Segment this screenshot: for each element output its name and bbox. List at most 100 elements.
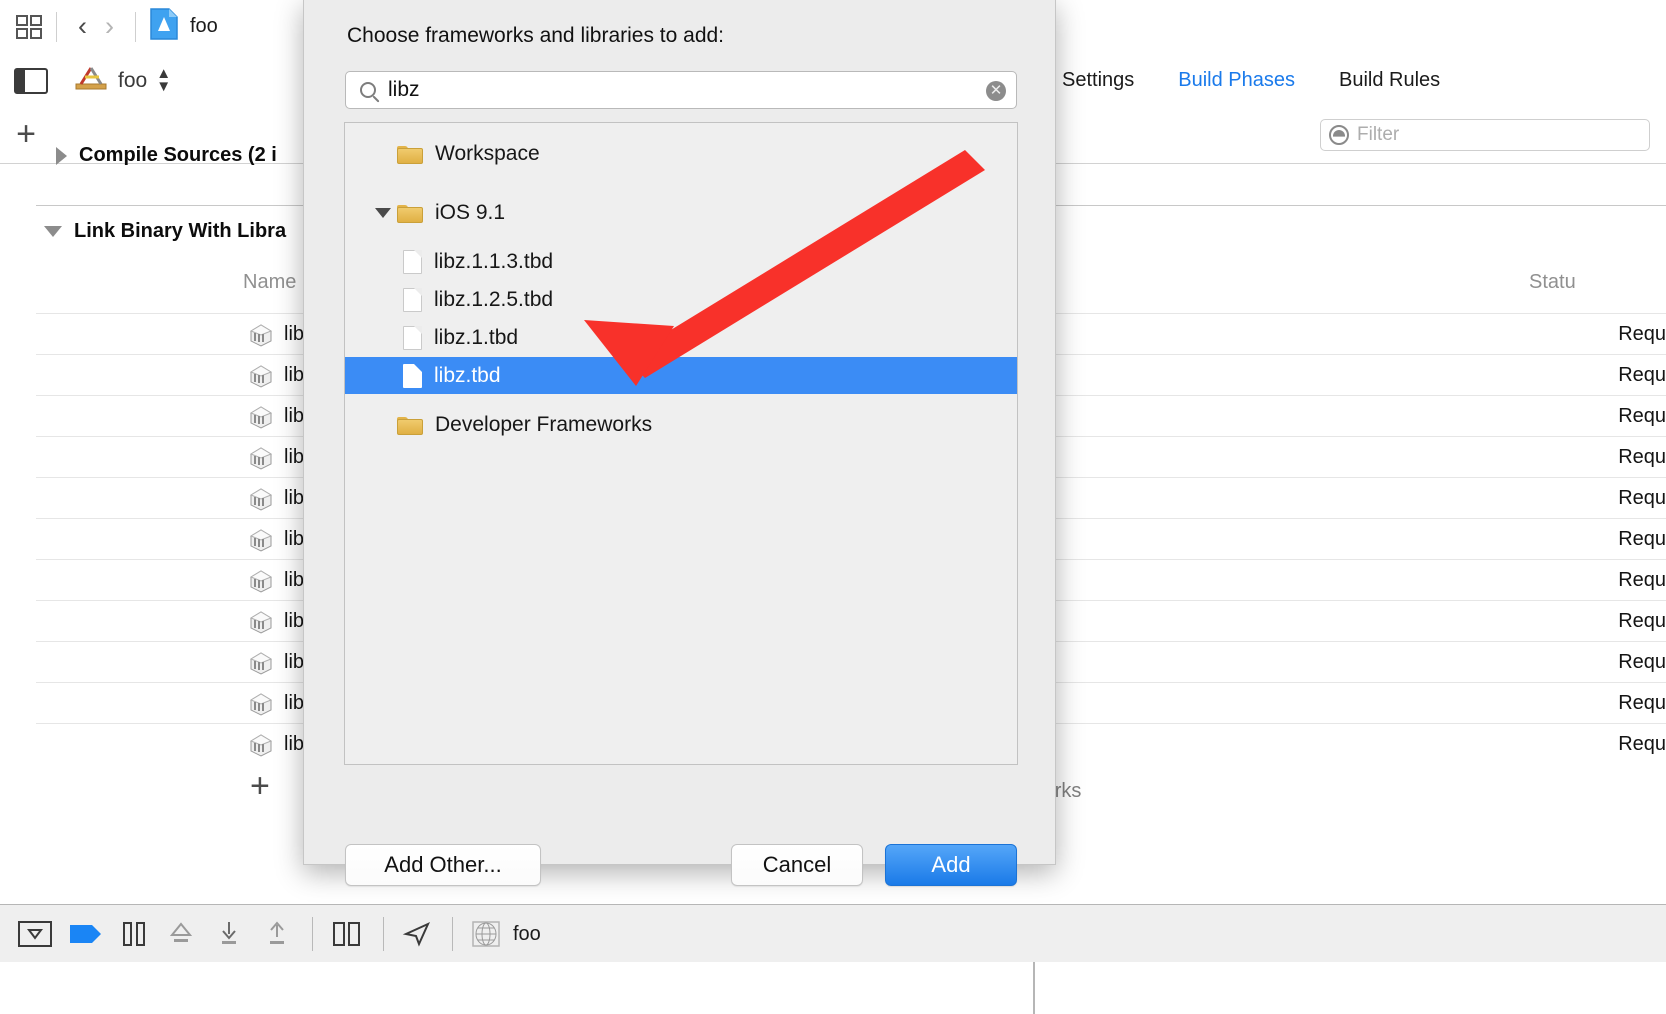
library-icon (248, 363, 274, 389)
tab-build-phases[interactable]: Build Phases (1156, 69, 1317, 92)
stepper-up-down-icon[interactable]: ▲ ▼ (156, 66, 171, 93)
add-button[interactable]: Add (885, 844, 1017, 886)
filter-placeholder: Filter (1357, 124, 1400, 145)
add-other-button[interactable]: Add Other... (345, 844, 541, 886)
chevron-left-icon[interactable]: ‹ (69, 13, 96, 40)
xcode-project-icon (150, 8, 178, 45)
process-label: foo (513, 922, 541, 945)
phase-header-compile-sources[interactable]: Compile Sources (2 i (56, 144, 277, 167)
list-item-selected[interactable]: libz.tbd (345, 357, 1017, 394)
list-item-label: libz.1.2.5.tbd (434, 287, 554, 311)
clear-icon[interactable]: ✕ (986, 81, 1006, 101)
search-icon (360, 82, 376, 98)
choose-frameworks-dialog: Choose frameworks and libraries to add: … (303, 0, 1056, 886)
grid-icon[interactable] (14, 13, 44, 41)
location-icon[interactable] (402, 921, 432, 947)
search-input-value: libz (388, 78, 420, 101)
debug-area-divider (1033, 962, 1035, 1014)
folder-icon (397, 203, 423, 223)
debug-toolbar: foo (0, 904, 1666, 964)
view-hierarchy-icon[interactable] (331, 921, 363, 947)
phase-header-label: Compile Sources (2 i (79, 144, 277, 166)
toolbar-divider-1 (56, 11, 57, 42)
library-icon (248, 609, 274, 635)
dialog-title: Choose frameworks and libraries to add: (347, 24, 725, 47)
library-icon (248, 322, 274, 348)
row-status[interactable]: Requ (1618, 323, 1666, 346)
toolbar-divider-5 (452, 917, 453, 951)
filter-row: Filter (1040, 108, 1666, 164)
breakpoints-icon[interactable] (70, 923, 102, 945)
column-header-name[interactable]: Name (243, 271, 296, 294)
document-icon (403, 363, 422, 388)
disclosure-triangle-icon[interactable] (375, 207, 391, 218)
library-icon (248, 650, 274, 676)
list-item[interactable]: libz.1.2.5.tbd (345, 281, 1017, 318)
cancel-button[interactable]: Cancel (731, 844, 863, 886)
add-build-phase-button[interactable]: + (12, 117, 40, 151)
step-out-icon[interactable] (262, 920, 292, 948)
pause-icon[interactable] (120, 920, 148, 948)
library-icon (248, 732, 274, 758)
tab-build-rules[interactable]: Build Rules (1317, 69, 1462, 92)
disclosure-triangle-icon[interactable] (44, 226, 62, 237)
row-status[interactable]: Requ (1618, 733, 1666, 756)
xcode-target-icon (74, 65, 108, 96)
list-item-label: Developer Frameworks (435, 412, 653, 436)
list-item-label: libz.1.1.3.tbd (434, 249, 554, 273)
row-status[interactable]: Requ (1618, 405, 1666, 428)
row-status[interactable]: Requ (1618, 487, 1666, 510)
folder-icon (397, 415, 423, 435)
search-input[interactable]: libz ✕ (345, 71, 1017, 109)
hide-debug-area-icon[interactable] (18, 921, 52, 947)
tab-settings[interactable]: Settings (1040, 69, 1156, 92)
document-title: foo (190, 15, 218, 37)
list-item[interactable]: iOS 9.1 (345, 194, 1017, 231)
library-name: lib (284, 692, 305, 714)
list-item[interactable]: libz.1.1.3.tbd (345, 243, 1017, 280)
step-into-icon[interactable] (214, 920, 244, 948)
filter-input[interactable]: Filter (1320, 119, 1650, 151)
row-status[interactable]: Requ (1618, 610, 1666, 633)
library-name: lib (284, 405, 305, 427)
document-icon (403, 287, 422, 312)
library-icon (248, 568, 274, 594)
document-icon (403, 249, 422, 274)
row-status[interactable]: Requ (1618, 446, 1666, 469)
scheme-selector[interactable]: foo ▲ ▼ (74, 65, 171, 96)
debug-area (0, 962, 1666, 1014)
row-status[interactable]: Requ (1618, 692, 1666, 715)
toolbar-divider-3 (312, 917, 313, 951)
library-icon (248, 527, 274, 553)
add-library-button[interactable]: + (250, 769, 270, 803)
document-icon (403, 325, 422, 350)
library-name: lib (284, 323, 305, 345)
row-status[interactable]: Requ (1618, 651, 1666, 674)
editor-tab-bar: Settings Build Phases Build Rules (1040, 53, 1666, 109)
phase-header-link-binary[interactable]: Link Binary With Libra (44, 220, 286, 243)
row-status[interactable]: Requ (1618, 364, 1666, 387)
library-icon (248, 691, 274, 717)
framework-list[interactable]: Workspace iOS 9.1 libz.1.1.3.tbd libz.1.2.5… (344, 122, 1018, 765)
list-item[interactable]: Developer Frameworks (345, 406, 1017, 443)
memory-graph-icon[interactable] (471, 920, 501, 948)
library-name: lib (284, 651, 305, 673)
phase-header-label: Link Binary With Libra (74, 220, 287, 242)
list-item[interactable]: Workspace (345, 135, 1017, 172)
library-name: lib (284, 569, 305, 591)
library-name: lib (284, 487, 305, 509)
disclosure-triangle-icon[interactable] (56, 146, 67, 165)
list-item[interactable]: libz.1.tbd (345, 319, 1017, 356)
library-name: lib (284, 364, 305, 386)
navigator-toggle-icon[interactable] (14, 67, 48, 94)
list-item-label: Workspace (435, 141, 540, 165)
row-status[interactable]: Requ (1618, 528, 1666, 551)
toolbar-divider-4 (383, 917, 384, 951)
library-name: lib (284, 610, 305, 632)
chevron-right-icon[interactable]: › (96, 13, 123, 40)
list-item-label: libz.1.tbd (434, 325, 519, 349)
step-over-icon[interactable] (166, 920, 196, 948)
column-header-status[interactable]: Statu (1529, 271, 1576, 294)
toolbar-divider-2 (135, 11, 136, 42)
row-status[interactable]: Requ (1618, 569, 1666, 592)
